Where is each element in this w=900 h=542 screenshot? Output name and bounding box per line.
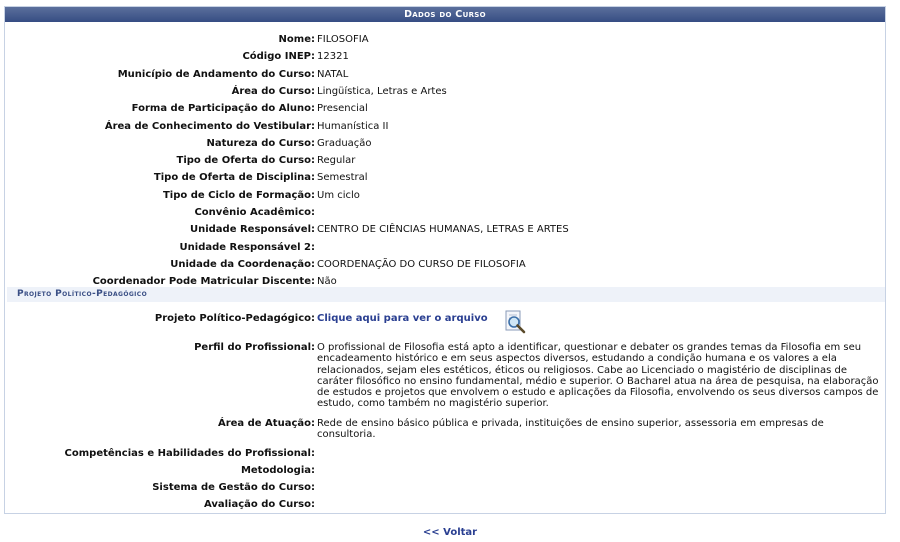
field-row: Natureza do Curso: Graduação (5, 135, 885, 152)
avaliacao-row: Avaliação do Curso: (5, 496, 885, 513)
field-row: Tipo de Oferta do Curso: Regular (5, 152, 885, 169)
footer: << Voltar (0, 527, 900, 539)
back-link[interactable]: << Voltar (423, 527, 477, 538)
field-label: Código INEP: (242, 51, 315, 63)
field-row: Unidade Responsável 2: (5, 239, 885, 256)
course-data-panel: Dados do Curso Nome: FILOSOFIA Código INEP… (4, 6, 886, 514)
field-label: Município de Andamento do Curso: (117, 68, 315, 80)
field-label: Unidade da Coordenação: (170, 258, 315, 270)
field-row: Tipo de Ciclo de Formação: Um ciclo (5, 187, 885, 204)
field-row: Unidade Responsável: CENTRO DE CIÊNCIAS H… (5, 221, 885, 238)
field-label: Tipo de Oferta do Curso: (176, 155, 315, 167)
competencias-label: Competências e Habilidades do Profission… (64, 448, 315, 459)
field-row: Tipo de Oferta de Disciplina: Semestral (5, 169, 885, 186)
field-label: Nome: (278, 34, 315, 45)
panel-title: Dados do Curso (5, 7, 885, 22)
gestao-label: Sistema de Gestão do Curso: (152, 482, 315, 493)
field-value: Presencial (317, 103, 368, 115)
avaliacao-label: Avaliação do Curso: (203, 499, 315, 510)
field-row: Nome: FILOSOFIA (5, 31, 885, 48)
ppp-label: Projeto Político-Pedagógico: (154, 313, 315, 324)
field-row: Área do Curso: Lingüística, Letras e Arte… (5, 83, 885, 100)
perfil-value: O profissional de Filosofia está apto a … (317, 342, 879, 410)
field-value: Regular (317, 155, 356, 167)
field-value: Semestral (317, 172, 368, 184)
field-value: 12321 (317, 51, 349, 63)
field-label: Tipo de Ciclo de Formação: (162, 189, 315, 201)
ppp-section-title: Projeto Político-Pedagógico (7, 287, 885, 302)
field-value: Um ciclo (317, 189, 360, 201)
field-value: NATAL (317, 68, 349, 80)
field-value: FILOSOFIA (317, 34, 369, 45)
ppp-value: Clique aqui para ver o arquivo (317, 313, 883, 324)
field-label: Forma de Participação do Aluno: (131, 103, 315, 115)
metodologia-label: Metodologia: (240, 465, 315, 476)
field-label: Área do Curso: (231, 85, 315, 97)
field-row: Área de Conhecimento do Vestibular: Human… (5, 118, 885, 135)
field-label: Área de Conhecimento do Vestibular: (104, 120, 315, 132)
field-label: Unidade Responsável: (189, 224, 315, 236)
gestao-row: Sistema de Gestão do Curso: (5, 479, 885, 496)
field-value: Graduação (317, 137, 372, 149)
view-file-link[interactable]: Clique aqui para ver o arquivo (317, 313, 488, 324)
field-label: Tipo de Oferta de Disciplina: (153, 172, 315, 184)
competencias-row: Competências e Habilidades do Profission… (5, 445, 885, 462)
field-row: Convênio Acadêmico: (5, 204, 885, 221)
field-label: Unidade Responsável 2: (179, 241, 315, 253)
field-row: Unidade da Coordenação: COORDENAÇÃO DO CU… (5, 256, 885, 273)
field-value: CENTRO DE CIÊNCIAS HUMANAS, LETRAS E ART… (317, 224, 569, 236)
magnifier-document-icon[interactable] (503, 310, 527, 334)
atuacao-label: Área de Atuação: (217, 418, 315, 429)
field-row: Município de Andamento do Curso: NATAL (5, 66, 885, 83)
perfil-label: Perfil do Profissional: (194, 342, 315, 353)
field-row: Código INEP: 12321 (5, 48, 885, 65)
field-value: COORDENAÇÃO DO CURSO DE FILOSOFIA (317, 258, 526, 270)
field-row: Forma de Participação do Aluno: Presencia… (5, 100, 885, 117)
atuacao-value: Rede de ensino básico pública e privada,… (317, 418, 824, 441)
field-label: Convênio Acadêmico: (194, 207, 315, 218)
metodologia-row: Metodologia: (5, 462, 885, 479)
field-value: Humanística II (317, 120, 389, 132)
field-label: Natureza do Curso: (206, 137, 315, 149)
field-value: Lingüística, Letras e Artes (317, 85, 447, 97)
